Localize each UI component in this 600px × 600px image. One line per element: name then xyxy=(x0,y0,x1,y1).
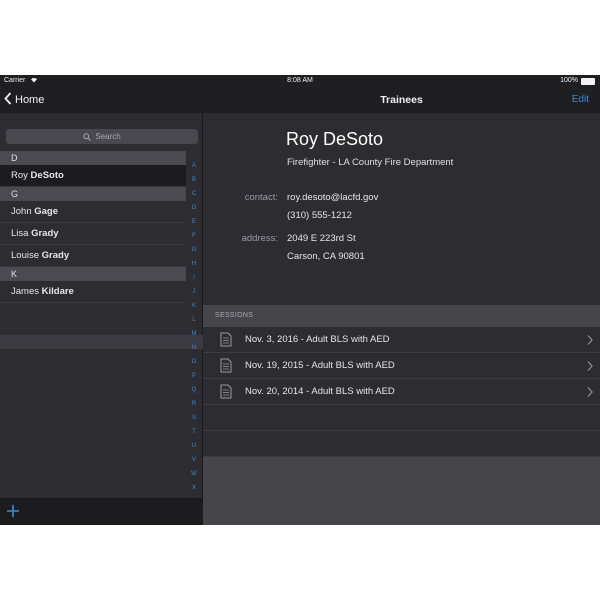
index-letter-d[interactable]: D xyxy=(192,201,196,215)
document-icon xyxy=(220,358,232,373)
empty-row xyxy=(203,431,600,457)
address-line-1[interactable]: 2049 E 223rd St xyxy=(287,233,356,244)
list-item-louise-grady[interactable]: Louise Grady xyxy=(0,245,186,267)
section-header-d: D xyxy=(0,151,186,165)
last-name: Grady xyxy=(31,228,59,239)
session-row[interactable]: Nov. 20, 2014 - Adult BLS with AED xyxy=(203,379,600,405)
page-title: Trainees xyxy=(380,94,423,106)
battery-percent: 100% xyxy=(560,77,578,84)
first-name: Roy xyxy=(11,170,28,181)
chevron-right-icon xyxy=(586,385,594,397)
contact-label: contact: xyxy=(244,192,278,203)
index-letter-w[interactable]: W xyxy=(191,467,197,481)
index-letter-h[interactable]: H xyxy=(192,257,196,271)
index-letter-i[interactable]: I xyxy=(193,271,195,285)
contact-card: Roy DeSoto Firefighter - LA County Fire … xyxy=(203,113,600,305)
chevron-left-icon xyxy=(4,91,12,109)
battery-icon xyxy=(581,78,595,85)
first-name: John xyxy=(11,206,32,217)
chevron-right-icon xyxy=(586,333,594,345)
index-letter-j[interactable]: J xyxy=(193,285,196,299)
status-bar: Carrier 8:08 AM 100% xyxy=(0,75,600,87)
index-letter-f[interactable]: F xyxy=(192,229,196,243)
index-letter-n[interactable]: N xyxy=(192,341,196,355)
list-item-john-gage[interactable]: John Gage xyxy=(0,201,186,223)
chevron-right-icon xyxy=(586,359,594,371)
index-letter-p[interactable]: P xyxy=(192,369,196,383)
master-pane: Home Search D Roy DeSoto G John Gage Lis… xyxy=(0,87,203,525)
first-name: Louise xyxy=(11,250,39,261)
master-nav-bar: Home xyxy=(0,87,203,113)
last-name: Kildare xyxy=(41,286,74,297)
search-icon xyxy=(83,132,92,141)
index-letter-o[interactable]: O xyxy=(192,355,197,369)
first-name: James xyxy=(11,286,39,297)
edit-button[interactable]: Edit xyxy=(572,94,589,105)
contact-email[interactable]: roy.desoto@lacfd.gov xyxy=(287,192,378,203)
contact-phone[interactable]: (310) 555-1212 xyxy=(287,210,352,221)
index-letter-k[interactable]: K xyxy=(192,299,196,313)
index-letter-r[interactable]: R xyxy=(192,397,196,411)
address-label: address: xyxy=(241,233,278,244)
index-letter-q[interactable]: Q xyxy=(192,383,197,397)
session-label: Nov. 20, 2014 - Adult BLS with AED xyxy=(245,386,395,397)
sessions-section: SESSIONS Nov. 3, 2016 - Adult BLS with A… xyxy=(203,305,600,525)
index-letter-s[interactable]: S xyxy=(192,411,196,425)
session-row[interactable]: Nov. 19, 2015 - Adult BLS with AED xyxy=(203,353,600,379)
session-label: Nov. 19, 2015 - Adult BLS with AED xyxy=(245,360,395,371)
last-name: Gage xyxy=(34,206,59,217)
index-letter-e[interactable]: E xyxy=(192,215,196,229)
contact-name: Roy DeSoto xyxy=(286,129,384,149)
session-row[interactable]: Nov. 3, 2016 - Adult BLS with AED xyxy=(203,327,600,353)
section-index[interactable]: ABCDEFGHIJKLMNOPQRSTUVWXY xyxy=(189,159,199,509)
detail-pane: Trainees Edit Roy DeSoto Firefighter - L… xyxy=(203,87,600,525)
ipad-screen: Carrier 8:08 AM 100% Home Search D Roy D… xyxy=(0,75,600,525)
list-item-roy-desoto[interactable]: Roy DeSoto xyxy=(0,165,186,187)
add-icon[interactable] xyxy=(5,503,21,519)
list-footer-band xyxy=(0,335,203,349)
status-time: 8:08 AM xyxy=(287,77,313,84)
master-toolbar xyxy=(0,498,203,525)
index-letter-u[interactable]: U xyxy=(192,439,196,453)
document-icon xyxy=(220,332,232,347)
list-item-lisa-grady[interactable]: Lisa Grady xyxy=(0,223,186,245)
last-name: DeSoto xyxy=(30,170,64,181)
index-letter-t[interactable]: T xyxy=(192,425,196,439)
index-letter-x[interactable]: X xyxy=(192,481,196,495)
address-line-2[interactable]: Carson, CA 90801 xyxy=(287,251,365,262)
index-letter-v[interactable]: V xyxy=(192,453,196,467)
section-header-g: G xyxy=(0,187,186,201)
trainee-list: D Roy DeSoto G John Gage Lisa Grady Loui… xyxy=(0,151,186,303)
document-icon xyxy=(220,384,232,399)
index-letter-m[interactable]: M xyxy=(192,327,197,341)
index-letter-l[interactable]: L xyxy=(192,313,195,327)
search-placeholder: Search xyxy=(95,132,121,141)
index-letter-g[interactable]: G xyxy=(192,243,197,257)
last-name: Grady xyxy=(41,250,70,261)
sessions-header: SESSIONS xyxy=(215,312,254,319)
empty-row xyxy=(203,405,600,431)
back-label: Home xyxy=(15,94,45,106)
list-item-james-kildare[interactable]: James Kildare xyxy=(0,281,186,303)
detail-nav-bar: Trainees Edit xyxy=(203,87,600,113)
index-letter-b[interactable]: B xyxy=(192,173,196,187)
section-header-k: K xyxy=(0,267,186,281)
contact-title: Firefighter - LA County Fire Department xyxy=(287,157,454,168)
index-letter-c[interactable]: C xyxy=(192,187,196,201)
index-letter-a[interactable]: A xyxy=(192,159,196,173)
session-label: Nov. 3, 2016 - Adult BLS with AED xyxy=(245,334,390,345)
first-name: Lisa xyxy=(11,228,29,239)
search-input[interactable]: Search xyxy=(6,129,198,144)
back-home-button[interactable]: Home xyxy=(4,91,45,109)
